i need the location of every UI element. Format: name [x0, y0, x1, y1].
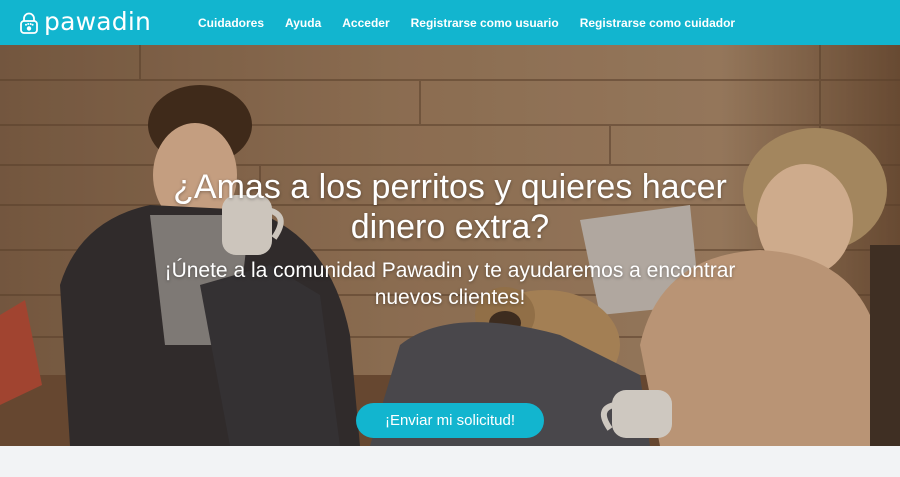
pawadin-logo[interactable]: pawadin: [18, 7, 152, 36]
send-application-button[interactable]: ¡Enviar mi solicitud!: [356, 403, 544, 438]
hero-banner: ¿Amas a los perritos y quieres hacer din…: [0, 45, 900, 446]
nav-link-cuidadores[interactable]: Cuidadores: [198, 16, 264, 30]
nav-link-ayuda[interactable]: Ayuda: [285, 16, 321, 30]
nav-link-registrarse-cuidador[interactable]: Registrarse como cuidador: [580, 16, 735, 30]
hero-subtitle: ¡Únete a la comunidad Pawadin y te ayuda…: [164, 259, 736, 309]
page-section-below-hero: [0, 446, 900, 477]
hero-title: ¿Amas a los perritos y quieres hacer din…: [173, 168, 727, 246]
top-navbar: pawadin Cuidadores Ayuda Acceder Registr…: [0, 0, 900, 45]
nav-link-registrarse-usuario[interactable]: Registrarse como usuario: [411, 16, 559, 30]
main-nav: Cuidadores Ayuda Acceder Registrarse com…: [198, 16, 756, 30]
brand-name: pawadin: [44, 7, 152, 36]
paw-lock-logo-icon: [20, 12, 38, 34]
nav-link-acceder[interactable]: Acceder: [342, 16, 389, 30]
